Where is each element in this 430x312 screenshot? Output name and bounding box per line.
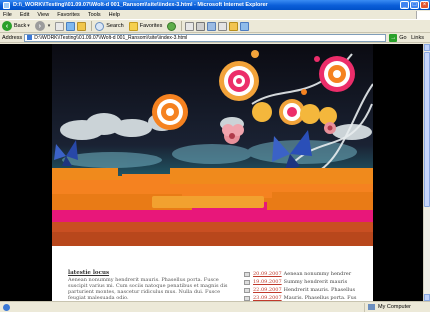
page-icon xyxy=(27,35,33,40)
web-page: latestie locus Aenean nonummy hendrerit … xyxy=(52,44,373,301)
news-text: Hendrerit mauris. Phasellus xyxy=(283,287,356,293)
menu-bar: File Edit View Favorites Tools Help xyxy=(0,10,430,19)
page-status-icon xyxy=(3,303,10,311)
news-bullet-icon xyxy=(244,287,250,293)
search-label: Search xyxy=(106,23,124,29)
news-bullet-icon xyxy=(244,279,250,285)
menu-view[interactable]: View xyxy=(37,12,49,18)
address-bar: Address D:\\WORK\\Testing\\01.09.07\\Wol… xyxy=(0,33,430,43)
scroll-down-button[interactable] xyxy=(424,294,430,301)
print-icon[interactable] xyxy=(196,21,206,31)
news-bullet-icon xyxy=(244,271,250,277)
star-icon xyxy=(128,21,138,31)
go-label: Go xyxy=(399,34,407,41)
zone-label: My Computer xyxy=(378,304,412,310)
news-date[interactable]: 19.09.2007 xyxy=(253,279,282,285)
news-text: Aenean nonummy hendrer xyxy=(283,271,352,277)
maximize-button[interactable]: □ xyxy=(410,1,419,9)
news-date[interactable]: 20.09.2007 xyxy=(253,271,282,277)
hero-banner xyxy=(52,44,373,246)
latest-paragraph: Aenean nonummy hendrerit mauris. Phasell… xyxy=(68,277,228,301)
computer-icon xyxy=(368,304,375,310)
messenger-icon[interactable] xyxy=(240,21,250,31)
history-icon[interactable] xyxy=(167,21,177,31)
discuss-icon[interactable] xyxy=(218,21,228,31)
news-list: 20.09.2007 Aenean nonummy hendrer 19.09.… xyxy=(244,270,370,301)
news-item: 20.09.2007 Aenean nonummy hendrer xyxy=(244,270,370,278)
address-value: D:\\WORK\\Testing\\01.09.07\\Wolt-d 001_… xyxy=(34,34,188,41)
address-label: Address xyxy=(2,34,23,41)
menu-favorites[interactable]: Favorites xyxy=(57,12,80,18)
news-bullet-icon xyxy=(244,295,250,301)
news-item: 22.09.2007 Hendrerit mauris. Phasellus xyxy=(244,286,370,294)
links-button[interactable]: Links xyxy=(411,35,424,41)
page-viewport: latestie locus Aenean nonummy hendrerit … xyxy=(0,44,423,301)
favorites-button[interactable]: Favorites xyxy=(128,21,163,31)
menu-edit[interactable]: Edit xyxy=(20,12,29,18)
back-label: Back xyxy=(14,23,27,29)
color-bands xyxy=(52,168,373,246)
toolbar-divider xyxy=(181,21,183,31)
scroll-up-button[interactable] xyxy=(424,44,430,51)
menu-tools[interactable]: Tools xyxy=(88,12,101,18)
toolbar-divider xyxy=(91,21,93,31)
toolbar: ‹ Back ▾ › ▾ Search Favorites xyxy=(0,19,430,33)
scroll-thumb[interactable] xyxy=(424,52,430,207)
hero-illustration xyxy=(52,44,373,246)
go-button[interactable]: → Go xyxy=(389,33,407,42)
menu-file[interactable]: File xyxy=(3,12,12,18)
back-arrow-icon: ‹ xyxy=(2,21,12,31)
window-title: D:\\_WORK\\Testing\\01.09.07\\Wolt-d 001… xyxy=(13,2,268,8)
vertical-scrollbar[interactable] xyxy=(423,44,430,301)
status-bar: My Computer xyxy=(0,301,430,312)
news-item: 19.09.2007 Summy hendrerit mauris xyxy=(244,278,370,286)
close-button[interactable]: × xyxy=(420,1,429,9)
folder-icon[interactable] xyxy=(229,21,239,31)
menu-help[interactable]: Help xyxy=(109,12,120,18)
chevron-down-icon[interactable]: ▾ xyxy=(48,23,51,29)
content-area: latestie locus Aenean nonummy hendrerit … xyxy=(52,246,373,301)
edit-icon[interactable] xyxy=(207,21,217,31)
minimize-button[interactable]: _ xyxy=(400,1,409,9)
address-input[interactable]: D:\\WORK\\Testing\\01.09.07\\Wolt-d 001_… xyxy=(24,33,387,42)
news-date[interactable]: 22.09.2007 xyxy=(253,287,282,293)
mail-icon[interactable] xyxy=(185,21,195,31)
chevron-down-icon[interactable]: ▾ xyxy=(27,23,30,29)
security-zone: My Computer xyxy=(364,302,430,312)
stop-icon[interactable] xyxy=(55,21,65,31)
forward-arrow-icon: › xyxy=(34,21,45,31)
title-bar: D:\\_WORK\\Testing\\01.09.07\\Wolt-d 001… xyxy=(0,0,430,10)
back-button[interactable]: ‹ Back ▾ xyxy=(2,21,30,31)
ie-app-icon xyxy=(3,1,10,9)
latest-heading[interactable]: latestie locus xyxy=(68,270,109,276)
search-button[interactable]: Search xyxy=(95,21,124,31)
news-text: Summy hendrerit mauris xyxy=(283,279,348,285)
go-arrow-icon: → xyxy=(389,33,398,42)
news-item: 23.09.2007 Mauris. Phasellus porta. Fus xyxy=(244,294,370,301)
windows-logo-icon xyxy=(416,10,430,19)
favorites-label: Favorites xyxy=(139,23,163,29)
refresh-icon[interactable] xyxy=(66,21,76,31)
search-icon xyxy=(95,21,105,31)
home-icon[interactable] xyxy=(77,21,87,31)
forward-button[interactable]: › ▾ xyxy=(34,21,51,31)
